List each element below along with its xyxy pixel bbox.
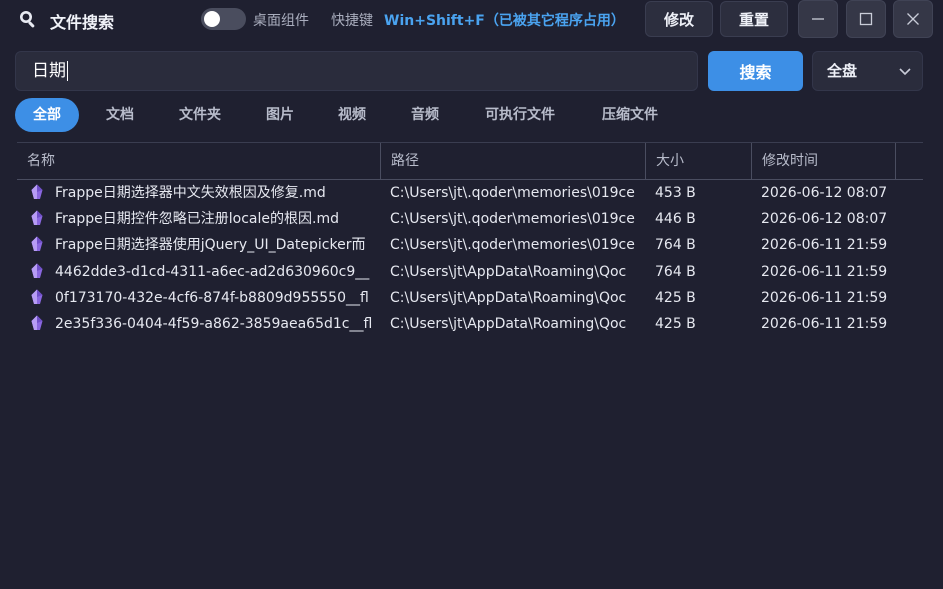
results-table: 名称 路径 大小 修改时间 Frappe日期选择器中文失效根因及修复.md C:\… [17,142,923,337]
column-header-name[interactable]: 名称 [17,143,381,179]
tab-folders[interactable]: 文件夹 [171,98,229,132]
file-size: 764 B [655,263,696,280]
toggle-knob [204,11,220,27]
tab-documents[interactable]: 文档 [95,98,145,132]
file-name: 4462dde3-d1cd-4311-a6ec-ad2d630960c9__ [55,263,370,280]
file-name: 0f173170-432e-4cf6-874f-b8809d955550__fl [55,289,369,306]
table-header: 名称 路径 大小 修改时间 [17,142,923,180]
file-mtime: 2026-06-12 08:07 [761,185,888,201]
maximize-button[interactable] [846,0,886,38]
text-caret [67,61,68,81]
file-name: Frappe日期选择器中文失效根因及修复.md [55,185,326,201]
file-mtime: 2026-06-11 21:59 [761,289,888,306]
table-row[interactable]: Frappe日期控件忽略已注册locale的根因.md C:\Users\jt\.… [17,206,923,232]
search-icon [18,9,38,29]
hotkey-label: 快捷键 [331,13,373,29]
file-mtime: 2026-06-12 08:07 [761,211,888,228]
file-size: 446 B [655,211,696,228]
close-button[interactable] [893,0,933,38]
file-name: 2e35f336-0404-4f59-a862-3859aea65d1c__fl [55,315,373,332]
file-icon [29,288,45,304]
desktop-widget-toggle[interactable] [201,8,246,30]
file-path: C:\Users\jt\AppData\Roaming\Qoc [390,289,627,306]
reset-button[interactable]: 重置 [720,1,788,37]
file-icon [29,262,45,278]
cell-name: 2e35f336-0404-4f59-a862-3859aea65d1c__fl [29,311,379,337]
table-row[interactable]: Frappe日期选择器中文失效根因及修复.md C:\Users\jt\.qode… [17,180,923,206]
file-path: C:\Users\jt\.qoder\memories\019ce [390,185,635,201]
file-path: C:\Users\jt\.qoder\memories\019ce [390,237,635,254]
tab-executables[interactable]: 可执行文件 [475,98,565,132]
file-icon [29,314,45,330]
table-row[interactable]: 2e35f336-0404-4f59-a862-3859aea65d1c__fl… [17,311,923,337]
file-path: C:\Users\jt\AppData\Roaming\Qoc [390,315,627,332]
column-header-path[interactable]: 路径 [381,143,646,179]
table-row[interactable]: 0f173170-432e-4cf6-874f-b8809d955550__fl… [17,285,923,311]
search-input[interactable]: 日期 [15,51,698,91]
table-row[interactable]: Frappe日期选择器使用jQuery_UI_Datepicker而 C:\Use… [17,232,923,258]
file-mtime: 2026-06-11 21:59 [761,237,888,254]
file-mtime: 2026-06-11 21:59 [761,315,888,332]
search-input-value: 日期 [32,61,66,81]
file-icon [29,235,45,252]
cell-name: Frappe日期选择器中文失效根因及修复.md [29,180,379,206]
minimize-icon [812,18,824,20]
file-size: 425 B [655,289,696,306]
minimize-button[interactable] [798,0,838,38]
table-body: Frappe日期选择器中文失效根因及修复.md C:\Users\jt\.qode… [17,180,923,337]
modify-button[interactable]: 修改 [645,1,713,37]
column-header-size[interactable]: 大小 [646,143,752,179]
cell-name: 4462dde3-d1cd-4311-a6ec-ad2d630960c9__ [29,259,379,285]
file-icon [29,209,45,226]
file-path: C:\Users\jt\.qoder\memories\019ce [390,211,635,228]
tab-videos[interactable]: 视频 [327,98,377,132]
cell-name: Frappe日期选择器使用jQuery_UI_Datepicker而 [29,232,379,258]
file-icon [29,183,45,199]
scope-select[interactable]: 全盘 [812,51,923,91]
tab-archives[interactable]: 压缩文件 [593,98,667,132]
chevron-down-icon [899,68,911,76]
file-path: C:\Users\jt\AppData\Roaming\Qoc [390,263,627,280]
file-name: Frappe日期选择器使用jQuery_UI_Datepicker而 [55,237,366,254]
file-name: Frappe日期控件忽略已注册locale的根因.md [55,211,339,228]
maximize-icon [859,12,873,26]
title-bar: 文件搜索 桌面组件 快捷键 Win+Shift+F（已被其它程序占用） 修改 重… [0,0,943,40]
hotkey-value: Win+Shift+F（已被其它程序占用） [384,13,625,29]
desktop-widget-label: 桌面组件 [253,13,309,29]
tab-audio[interactable]: 音频 [400,98,450,132]
file-size: 764 B [655,237,696,254]
search-button[interactable]: 搜索 [708,51,803,91]
file-size: 453 B [655,185,696,201]
app-title: 文件搜索 [50,13,115,32]
scope-select-value: 全盘 [827,62,858,80]
cell-name: 0f173170-432e-4cf6-874f-b8809d955550__fl [29,285,379,311]
file-size: 425 B [655,315,696,332]
file-mtime: 2026-06-11 21:59 [761,263,888,280]
close-icon [907,13,919,25]
tab-all[interactable]: 全部 [15,98,79,132]
table-row[interactable]: 4462dde3-d1cd-4311-a6ec-ad2d630960c9__ C:… [17,259,923,285]
column-header-mtime[interactable]: 修改时间 [752,143,896,179]
cell-name: Frappe日期控件忽略已注册locale的根因.md [29,206,379,232]
tab-images[interactable]: 图片 [255,98,305,132]
